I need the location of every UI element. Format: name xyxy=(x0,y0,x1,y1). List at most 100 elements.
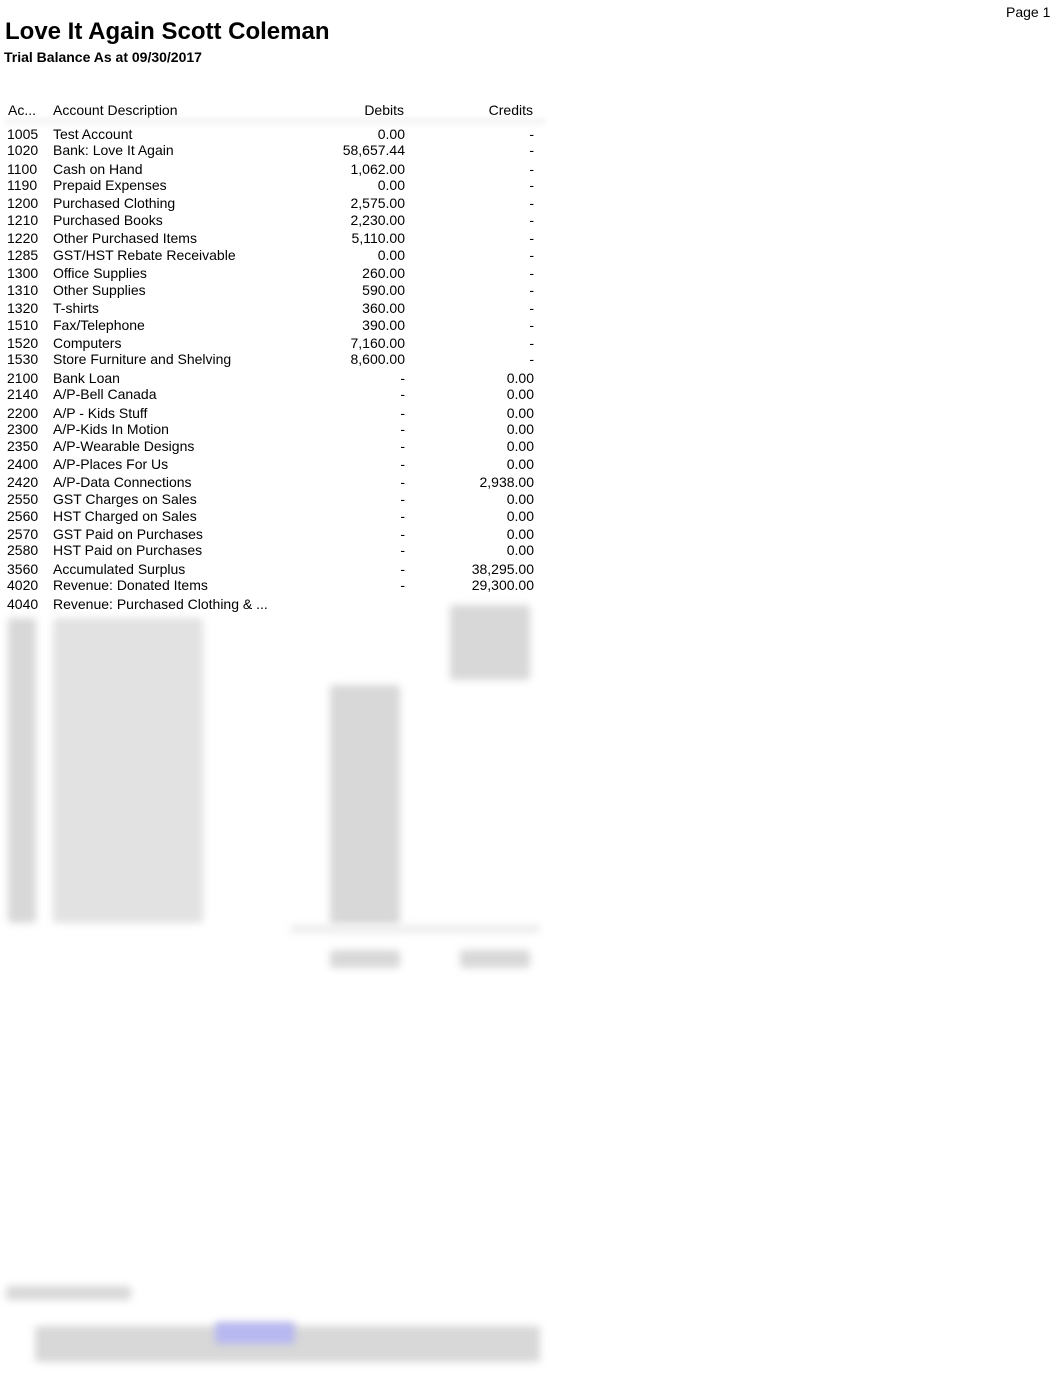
credits-cell: 0.00 xyxy=(506,542,534,558)
description-cell: Purchased Books xyxy=(53,212,163,228)
table-row: 1020 Bank: Love It Again 58,657.44 - xyxy=(0,142,560,159)
blurred-account-column xyxy=(8,618,36,923)
table-row: 3560 Accumulated Surplus - 38,295.00 xyxy=(0,561,560,578)
credits-cell: - xyxy=(529,195,534,211)
credits-cell: 0.00 xyxy=(506,526,534,542)
description-cell: Prepaid Expenses xyxy=(53,177,167,193)
credits-cell: - xyxy=(529,161,534,177)
debits-cell: - xyxy=(400,577,405,593)
credits-cell: 0.00 xyxy=(506,508,534,524)
description-cell: A/P - Kids Stuff xyxy=(53,405,148,421)
debits-cell: - xyxy=(400,438,405,454)
account-cell: 3560 xyxy=(7,561,39,577)
table-row: 1320 T-shirts 360.00 - xyxy=(0,300,560,317)
debits-cell: 7,160.00 xyxy=(350,335,406,351)
debits-cell: - xyxy=(400,386,405,402)
debits-cell: - xyxy=(400,474,405,490)
table-row: 2140 A/P-Bell Canada - 0.00 xyxy=(0,386,560,403)
debits-cell: - xyxy=(400,491,405,507)
debits-cell: 0.00 xyxy=(377,177,405,193)
account-cell: 2420 xyxy=(7,474,39,490)
account-cell: 1510 xyxy=(7,317,39,333)
credits-cell: 29,300.00 xyxy=(471,577,534,593)
account-cell: 2100 xyxy=(7,370,39,386)
debits-cell: 2,230.00 xyxy=(350,212,406,228)
blurred-footer-date xyxy=(6,1286,131,1300)
table-row: 1005 Test Account 0.00 - xyxy=(0,126,560,143)
page-number: Page 1 xyxy=(1006,4,1051,20)
account-cell: 1100 xyxy=(7,161,38,177)
description-cell: Store Furniture and Shelving xyxy=(53,351,232,367)
credits-cell: 0.00 xyxy=(506,370,534,386)
description-cell: GST Paid on Purchases xyxy=(53,526,203,542)
account-cell: 1530 xyxy=(7,351,39,367)
credits-cell: 0.00 xyxy=(506,405,534,421)
debits-cell: 58,657.44 xyxy=(342,142,405,158)
account-cell: 2200 xyxy=(7,405,39,421)
debits-cell: 260.00 xyxy=(362,265,405,281)
credits-cell: 0.00 xyxy=(506,421,534,437)
blurred-total-rule xyxy=(290,925,540,933)
description-cell: HST Paid on Purchases xyxy=(53,542,203,558)
description-cell: GST Charges on Sales xyxy=(53,491,197,507)
description-cell: Computers xyxy=(53,335,122,351)
description-cell: Revenue: Donated Items xyxy=(53,577,208,593)
description-cell: Fax/Telephone xyxy=(53,317,145,333)
table-row: 1220 Other Purchased Items 5,110.00 - xyxy=(0,230,560,247)
credits-cell: 0.00 xyxy=(506,491,534,507)
account-cell: 2140 xyxy=(7,386,39,402)
blurred-credits-block xyxy=(450,605,530,680)
account-cell: 2350 xyxy=(7,438,39,454)
debits-cell: - xyxy=(400,456,405,472)
table-row: 1285 GST/HST Rebate Receivable 0.00 - xyxy=(0,247,560,264)
debits-cell: 5,110.00 xyxy=(351,230,405,246)
account-cell: 2560 xyxy=(7,508,39,524)
table-row: 1520 Computers 7,160.00 - xyxy=(0,335,560,352)
blurred-debits-total xyxy=(330,950,400,968)
debits-cell: 360.00 xyxy=(362,300,405,316)
description-cell: A/P-Kids In Motion xyxy=(53,421,169,437)
table-row: 1100 Cash on Hand 1,062.00 - xyxy=(0,161,560,178)
description-cell: Accumulated Surplus xyxy=(53,561,186,577)
description-cell: Test Account xyxy=(53,126,133,142)
table-row: 1300 Office Supplies 260.00 - xyxy=(0,265,560,282)
credits-cell: - xyxy=(529,177,534,193)
table-row: 1210 Purchased Books 2,230.00 - xyxy=(0,212,560,229)
account-cell: 1310 xyxy=(7,282,39,298)
account-cell: 4020 xyxy=(7,577,39,593)
debits-cell: - xyxy=(400,508,405,524)
description-cell: Cash on Hand xyxy=(53,161,143,177)
company-title: Love It Again Scott Coleman xyxy=(5,18,330,45)
account-cell: 2300 xyxy=(7,421,39,437)
table-row: 1530 Store Furniture and Shelving 8,600.00… xyxy=(0,351,560,368)
table-row: 1310 Other Supplies 590.00 - xyxy=(0,282,560,299)
description-cell: Office Supplies xyxy=(53,265,147,281)
account-cell: 1300 xyxy=(7,265,39,281)
header-credits: Credits xyxy=(488,102,533,118)
header-account: Ac... xyxy=(8,102,37,118)
header-debits: Debits xyxy=(364,102,404,118)
account-cell: 1320 xyxy=(7,300,39,316)
description-cell: GST/HST Rebate Receivable xyxy=(53,247,236,263)
account-cell: 1220 xyxy=(7,230,39,246)
account-cell: 2400 xyxy=(7,456,39,472)
debits-cell: - xyxy=(400,542,405,558)
credits-cell: - xyxy=(529,282,534,298)
table-row: 1190 Prepaid Expenses 0.00 - xyxy=(0,177,560,194)
debits-cell: 390.00 xyxy=(362,317,405,333)
description-cell: A/P-Bell Canada xyxy=(53,386,157,402)
table-row: 2570 GST Paid on Purchases - 0.00 xyxy=(0,526,560,543)
description-cell: Revenue: Purchased Clothing & ... xyxy=(53,596,268,612)
debits-cell: - xyxy=(400,561,405,577)
debits-cell: - xyxy=(400,421,405,437)
account-cell: 1520 xyxy=(7,335,39,351)
table-row: 2550 GST Charges on Sales - 0.00 xyxy=(0,491,560,508)
debits-cell: 1,062.00 xyxy=(350,161,406,177)
table-row: 2420 A/P-Data Connections - 2,938.00 xyxy=(0,474,560,491)
description-cell: Purchased Clothing xyxy=(53,195,176,211)
blurred-footer-link[interactable] xyxy=(215,1322,295,1344)
debits-cell: 8,600.00 xyxy=(350,351,406,367)
credits-cell: - xyxy=(529,317,534,333)
table-row: 4020 Revenue: Donated Items - 29,300.00 xyxy=(0,577,560,594)
description-cell: Other Supplies xyxy=(53,282,146,298)
